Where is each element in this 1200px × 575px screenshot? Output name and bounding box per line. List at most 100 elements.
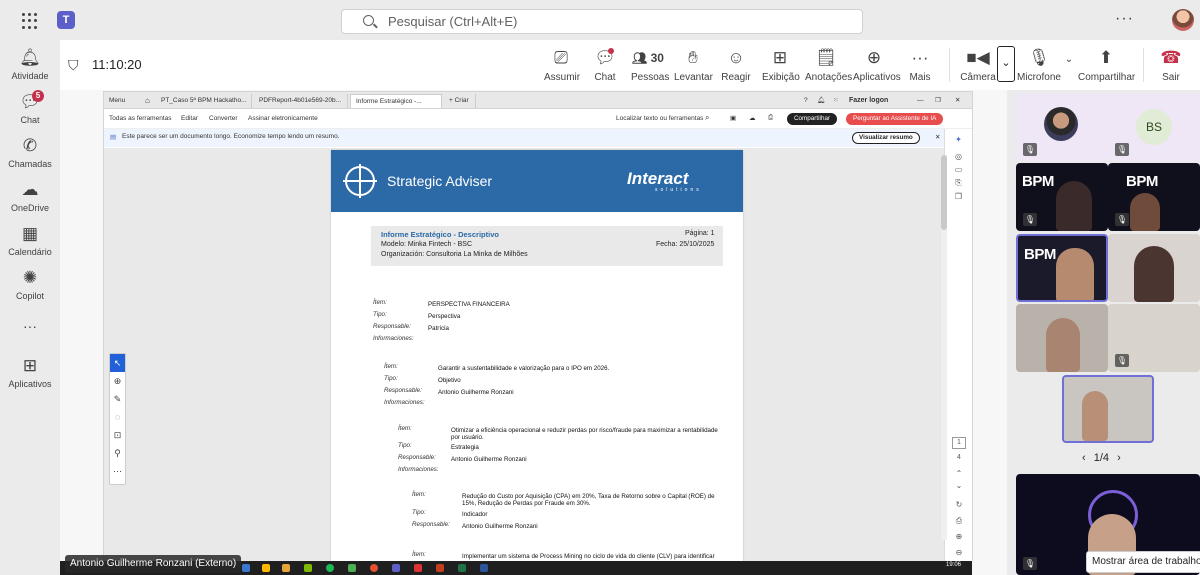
rail-label: Calendário xyxy=(8,247,52,257)
pager-prev-icon[interactable]: ‹ xyxy=(1082,452,1086,464)
participant-tile-active[interactable] xyxy=(1062,375,1154,443)
extract-icon[interactable]: ⎙ xyxy=(945,516,973,526)
scroll-thumb[interactable] xyxy=(941,155,947,230)
leave-button[interactable]: ☎︎ Sair xyxy=(1154,48,1188,83)
participant-tile[interactable]: BS 🎙︎ xyxy=(1108,93,1200,161)
text-box-icon[interactable]: ⊡ xyxy=(110,426,125,444)
viewer-tab[interactable]: PDFReport-4b01e569-20b... xyxy=(254,94,348,108)
viewer-tab[interactable]: PT_Caso 5ª BPM Hackatho... xyxy=(156,94,252,108)
upload-cloud-icon[interactable]: ☁︎ xyxy=(749,114,756,122)
pager-next-icon[interactable]: › xyxy=(1117,452,1121,464)
share-button[interactable]: ⬆ Compartilhar xyxy=(1078,48,1135,83)
participant-tile[interactable]: 🎙︎ xyxy=(1108,304,1200,372)
label: Responsable: xyxy=(398,454,436,461)
help-icon[interactable]: ? xyxy=(799,94,813,108)
take-control-button[interactable]: ⎚ Assumir xyxy=(544,48,581,83)
button-label: Assumir xyxy=(544,72,581,83)
participant-video xyxy=(1056,248,1094,300)
home-icon[interactable]: ⌂ xyxy=(140,94,155,108)
zoom-in-icon[interactable]: ⊕ xyxy=(945,532,973,541)
bookmark-icon[interactable]: ▭ xyxy=(945,165,972,174)
banner-close-icon[interactable]: ✕ xyxy=(935,133,940,141)
mic-off-icon: 🎙︎ xyxy=(1023,213,1037,226)
layers-icon[interactable]: ❐ xyxy=(945,192,972,201)
more-tools-icon[interactable]: ⋯ xyxy=(110,462,125,480)
participant-tile-active[interactable]: BPM xyxy=(1016,234,1108,302)
view-button[interactable]: ⊞ Exibição xyxy=(762,48,800,83)
rail-copilot[interactable]: ✺ Copilot xyxy=(0,268,60,301)
document-scrollbar[interactable] xyxy=(941,155,947,540)
zoom-out-icon[interactable]: ⊖ xyxy=(945,548,973,557)
user-avatar[interactable] xyxy=(1172,9,1194,31)
more-button[interactable]: ··· Mais xyxy=(905,48,935,83)
apps-grid-icon[interactable]: ⁙ xyxy=(828,94,843,108)
taskbar-app-icon xyxy=(414,564,422,572)
viewer-toolbar: Todas as ferramentas Editar Converter As… xyxy=(104,110,972,129)
participant-tile[interactable]: BPM 🎙︎ xyxy=(1016,163,1108,231)
participant-tile[interactable]: 🎙︎ xyxy=(1016,93,1108,161)
more-options-icon[interactable]: ··· xyxy=(1115,10,1134,28)
close-icon[interactable]: ✕ xyxy=(950,94,965,108)
presenter-name-badge: Antonio Guilherme Ronzani (Externo) xyxy=(65,555,242,573)
edit-menu[interactable]: Editar xyxy=(181,115,198,122)
camera-button[interactable]: ■◀ Câmera xyxy=(960,48,996,83)
rail-activity[interactable]: 🔔︎ Atividade xyxy=(0,48,60,81)
summary-banner: ▤ Este parece ser um documento longo. Ec… xyxy=(104,129,972,147)
find-search-icon[interactable]: ⌕ xyxy=(705,113,709,123)
raise-hand-button[interactable]: ✋︎ Levantar xyxy=(674,48,713,83)
search-box[interactable]: Pesquisar (Ctrl+Alt+E) xyxy=(341,9,863,34)
unread-dot xyxy=(608,48,614,54)
all-tools-menu[interactable]: Todas as ferramentas xyxy=(109,115,172,122)
report-title: Informe Estratégico - Descriptivo xyxy=(381,230,499,239)
rail-calendar[interactable]: ▦ Calendário xyxy=(0,224,60,257)
report-date: Fecha: 25/10/2025 xyxy=(656,241,715,248)
select-arrow-icon[interactable]: ↖ xyxy=(110,354,125,372)
viewer-tab-active[interactable]: Informe Estratégico -... xyxy=(350,94,442,108)
lasso-icon[interactable]: ◌ xyxy=(110,408,125,426)
view-summary-button[interactable]: Visualizar resumo xyxy=(852,132,920,144)
participant-tile[interactable] xyxy=(1016,304,1108,372)
new-tab-button[interactable]: + Criar xyxy=(444,94,476,108)
apps-button[interactable]: ⊕ Aplicativos xyxy=(853,48,901,83)
zoom-comment-icon[interactable]: ⊕ xyxy=(110,372,125,390)
participant-tile[interactable]: BPM 🎙︎ xyxy=(1108,163,1200,231)
find-tools-input[interactable]: Localizar texto ou ferramentas xyxy=(616,115,703,122)
page-number-input[interactable]: 1 xyxy=(952,437,966,449)
participant-tile[interactable] xyxy=(1108,234,1200,302)
rail-calls[interactable]: ✆ Chamadas xyxy=(0,136,60,169)
chat-button[interactable]: 💬︎ Chat xyxy=(590,48,620,83)
label: Ítem: xyxy=(373,299,387,306)
camera-options-chevron-icon[interactable]: ⌄ xyxy=(997,46,1015,82)
mic-options-chevron-icon[interactable]: ⌄ xyxy=(1062,54,1076,65)
rail-label: OneDrive xyxy=(10,203,49,213)
page-up-icon[interactable]: ⌃ xyxy=(945,469,973,478)
document-canvas[interactable]: ↖ ⊕ ✎ ◌ ⊡ ⚲ ⋯ Strategic Adviser Interact… xyxy=(104,148,944,561)
comment-icon[interactable]: ◎ xyxy=(945,152,972,161)
hang-up-icon: ☎︎ xyxy=(1160,48,1182,67)
save-icon[interactable]: ▣ xyxy=(730,114,736,122)
rail-apps[interactable]: ⊞ Aplicativos xyxy=(0,356,60,389)
viewer-menu[interactable]: Menu xyxy=(104,94,130,108)
rail-onedrive[interactable]: ☁︎ OneDrive xyxy=(0,180,60,213)
restore-icon[interactable]: ❐ xyxy=(930,94,946,108)
people-button[interactable]: 👥︎ 30 Pessoas xyxy=(631,48,669,83)
rail-chat[interactable]: 💬︎ 5 Chat xyxy=(0,90,60,125)
ai-sparkle-icon[interactable]: ✦ xyxy=(945,135,972,144)
page-down-icon[interactable]: ⌄ xyxy=(945,481,973,490)
pen-icon[interactable]: ✎ xyxy=(110,390,125,408)
notes-button[interactable]: 🗒︎ Anotações xyxy=(805,48,852,83)
login-button[interactable]: Fazer logon xyxy=(844,94,893,108)
attachment-icon[interactable]: ⎘ xyxy=(945,178,972,188)
stamp-icon[interactable]: ⚲ xyxy=(110,444,125,462)
ai-assistant-button[interactable]: Perguntar ao Assistente de IA xyxy=(846,113,944,125)
minimize-icon[interactable]: — xyxy=(912,94,929,108)
rail-more-icon[interactable]: ··· xyxy=(0,318,60,334)
app-launcher-icon[interactable] xyxy=(22,13,38,29)
pdf-share-button[interactable]: Compartilhar xyxy=(787,113,838,125)
sign-menu[interactable]: Assinar eletronicamente xyxy=(248,115,318,122)
rotate-icon[interactable]: ↻ xyxy=(945,500,973,509)
convert-menu[interactable]: Converter xyxy=(209,115,238,122)
microphone-button[interactable]: 🎙︎ Microfone xyxy=(1016,48,1062,83)
react-button[interactable]: ☺ Reagir xyxy=(721,48,751,83)
print-icon[interactable]: ⎙ xyxy=(768,114,773,122)
